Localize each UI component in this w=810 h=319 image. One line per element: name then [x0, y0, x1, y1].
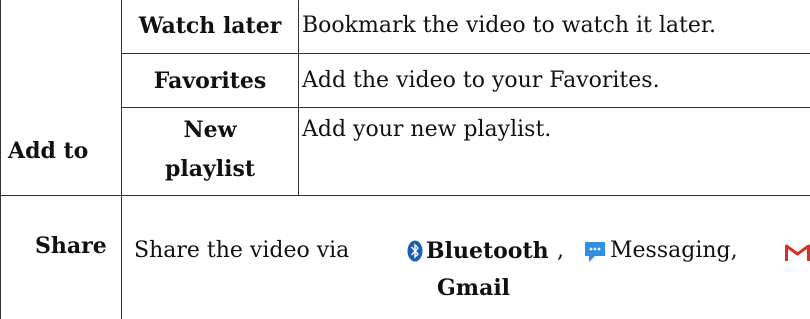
feature-table: Add to Watch later Bookmark the video to… — [0, 0, 810, 319]
favorites-label: Favorites — [153, 68, 267, 94]
add-to-label: Add to — [8, 138, 89, 164]
gmail-label: Gmail — [437, 275, 511, 301]
favorites-description: Add the video to your Favorites. — [302, 68, 660, 93]
rule-col2-divider — [298, 0, 299, 196]
watch-later-description: Bookmark the video to watch it later. — [302, 13, 716, 38]
rule-section-divider — [0, 195, 810, 196]
bluetooth-label: Bluetooth — [426, 238, 549, 264]
new-playlist-label-line2: playlist — [164, 156, 256, 182]
new-playlist-label-line1: New — [183, 117, 237, 143]
new-playlist-description: Add your new playlist. — [302, 117, 552, 142]
bluetooth-icon — [407, 240, 423, 262]
share-prefix: Share the video via — [134, 238, 350, 263]
messaging-icon — [585, 242, 605, 262]
rule-row1-bottom — [122, 53, 810, 54]
share-label: Share — [35, 233, 107, 259]
rule-row2-bottom — [122, 107, 810, 108]
share-comma: , — [557, 238, 564, 263]
watch-later-label: Watch later — [138, 13, 282, 39]
gmail-icon — [785, 244, 810, 261]
messaging-label: Messaging, — [610, 238, 738, 263]
rule-left-border — [0, 0, 1, 319]
